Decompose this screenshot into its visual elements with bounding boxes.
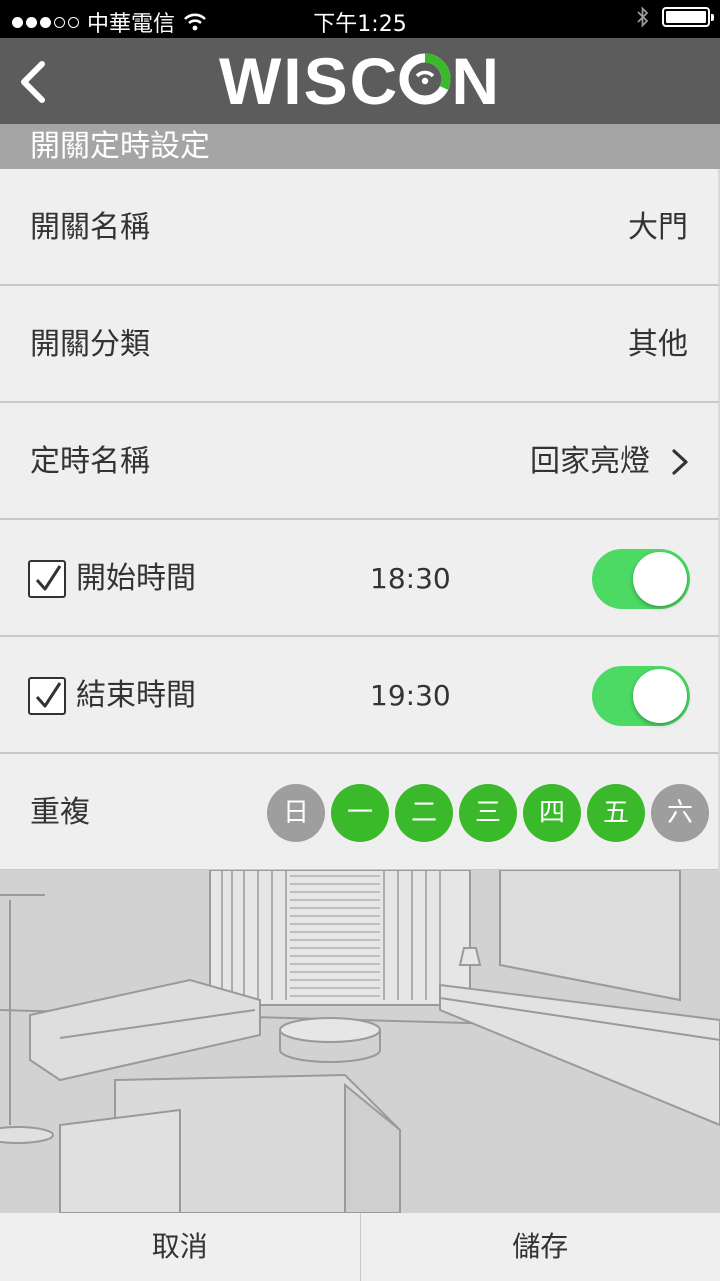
start-time-label: 開始時間 bbox=[76, 561, 196, 596]
end-time-row: 結束時間 19:30 bbox=[0, 637, 720, 754]
status-bar: 中華電信 下午1:25 bbox=[0, 0, 720, 38]
toggle-knob bbox=[633, 552, 687, 606]
chevron-right-icon bbox=[672, 449, 688, 475]
day-tuesday-button[interactable]: 二 bbox=[395, 784, 453, 842]
day-sunday-button[interactable]: 日 bbox=[267, 784, 325, 842]
repeat-row: 重複 日 一 二 三 四 五 六 bbox=[0, 754, 720, 871]
settings-list: 開關名稱 大門 開關分類 其他 定時名稱 回家亮燈 開始時間 18:30 結束時… bbox=[0, 169, 720, 871]
switch-category-label: 開關分類 bbox=[30, 327, 150, 362]
repeat-days: 日 一 二 三 四 五 六 bbox=[267, 784, 709, 842]
cancel-button[interactable]: 取消 bbox=[0, 1213, 360, 1281]
save-button[interactable]: 儲存 bbox=[361, 1213, 720, 1281]
start-time-checkbox[interactable] bbox=[28, 560, 66, 598]
end-time-checkbox[interactable] bbox=[28, 677, 66, 715]
bottom-action-bar: 取消 儲存 bbox=[0, 1213, 720, 1281]
timer-name-row[interactable]: 定時名稱 回家亮燈 bbox=[0, 403, 720, 520]
bluetooth-icon bbox=[637, 6, 649, 28]
switch-name-label: 開關名稱 bbox=[30, 210, 150, 245]
status-right bbox=[636, 6, 714, 28]
logo-wifi-o-icon bbox=[398, 48, 452, 105]
timer-name-label: 定時名稱 bbox=[30, 444, 150, 479]
switch-category-value: 其他 bbox=[628, 327, 688, 362]
switch-name-value: 大門 bbox=[628, 210, 688, 245]
section-title: 開關定時設定 bbox=[0, 124, 720, 169]
switch-category-row: 開關分類 其他 bbox=[0, 286, 720, 403]
timer-name-value: 回家亮燈 bbox=[530, 444, 650, 479]
end-time-toggle[interactable] bbox=[592, 666, 690, 726]
status-time: 下午1:25 bbox=[313, 12, 407, 37]
start-time-toggle[interactable] bbox=[592, 549, 690, 609]
day-saturday-button[interactable]: 六 bbox=[651, 784, 709, 842]
start-time-row: 開始時間 18:30 bbox=[0, 520, 720, 637]
end-time-label: 結束時間 bbox=[76, 678, 196, 713]
logo-text-start: WISC bbox=[219, 44, 400, 118]
nav-bar: WISC N bbox=[0, 38, 720, 124]
battery-icon bbox=[662, 7, 714, 27]
checkmark-icon bbox=[35, 565, 62, 591]
repeat-label: 重複 bbox=[30, 795, 90, 830]
day-friday-button[interactable]: 五 bbox=[587, 784, 645, 842]
day-wednesday-button[interactable]: 三 bbox=[459, 784, 517, 842]
room-background-illustration bbox=[0, 870, 720, 1213]
switch-name-row: 開關名稱 大門 bbox=[0, 169, 720, 286]
checkmark-icon bbox=[35, 682, 62, 708]
logo-text-end: N bbox=[451, 44, 501, 118]
wiscon-logo: WISC N bbox=[0, 46, 720, 116]
end-time-value[interactable]: 19:30 bbox=[370, 637, 451, 754]
day-thursday-button[interactable]: 四 bbox=[523, 784, 581, 842]
toggle-knob bbox=[633, 669, 687, 723]
start-time-value[interactable]: 18:30 bbox=[370, 520, 451, 637]
day-monday-button[interactable]: 一 bbox=[331, 784, 389, 842]
